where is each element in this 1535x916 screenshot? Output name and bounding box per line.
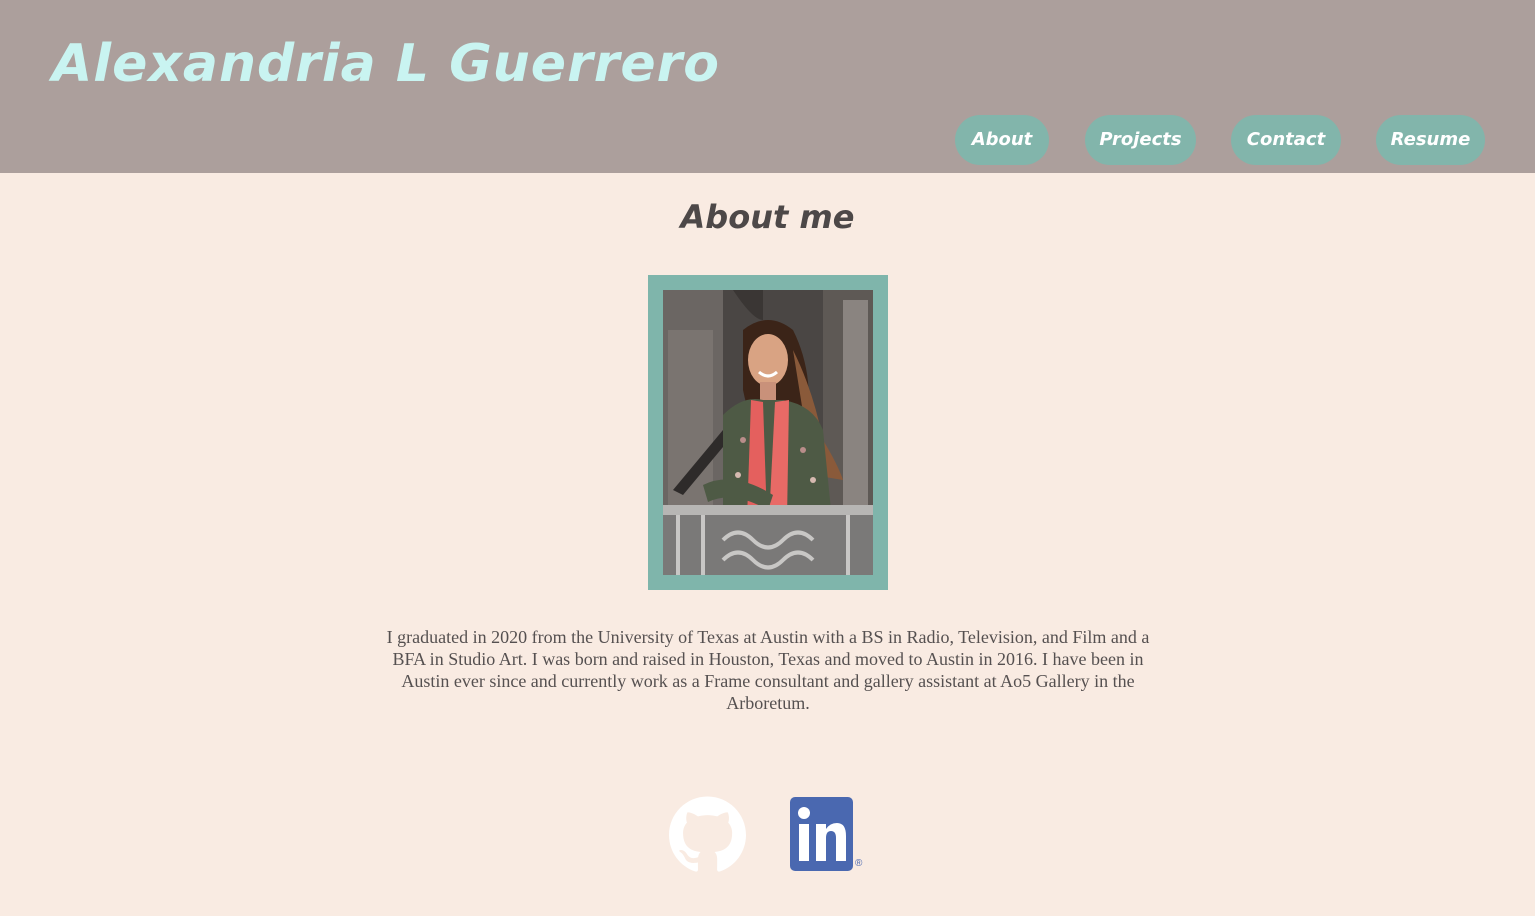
profile-photo — [663, 290, 873, 575]
profile-photo-frame — [648, 275, 888, 590]
github-icon — [669, 796, 746, 878]
main-nav: About Projects Contact Resume — [0, 115, 1535, 165]
about-heading: About me — [680, 198, 855, 236]
nav-resume-button[interactable]: Resume — [1376, 115, 1485, 165]
nav-about-button[interactable]: About — [955, 115, 1049, 165]
about-bio: I graduated in 2020 from the University … — [386, 627, 1150, 713]
github-link[interactable] — [669, 796, 746, 874]
linkedin-registered-mark: ® — [855, 858, 863, 869]
linkedin-link[interactable]: ® — [789, 796, 867, 874]
nav-contact-button[interactable]: Contact — [1231, 115, 1341, 165]
nav-projects-button[interactable]: Projects — [1085, 115, 1196, 165]
site-title: Alexandria L Guerrero — [52, 34, 721, 94]
site-header: Alexandria L Guerrero About Projects Con… — [0, 0, 1535, 173]
